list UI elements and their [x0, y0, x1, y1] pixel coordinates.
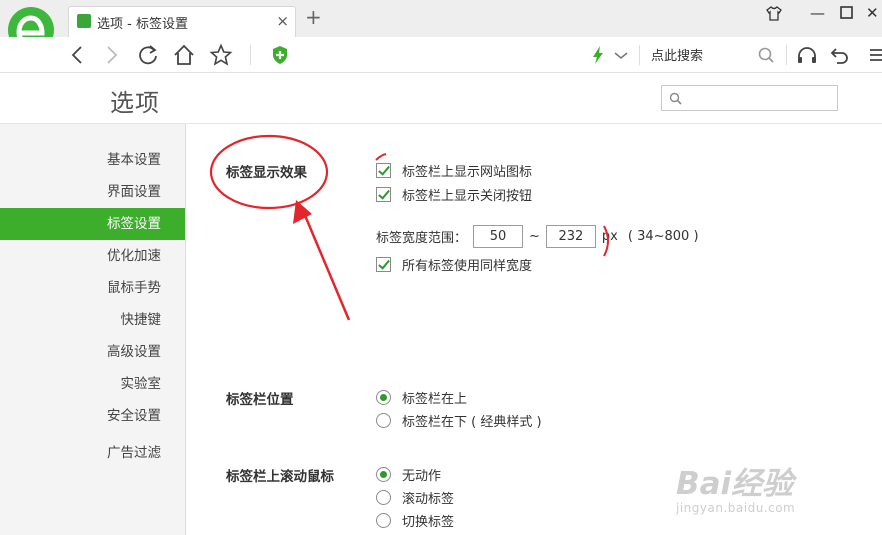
- tab-position-bottom-radio[interactable]: [376, 412, 391, 428]
- unit-label: px: [601, 228, 618, 244]
- browser-window: 选项 - 标签设置 × + — ✕ 点此搜索 选项 基本设置 界面设置 标签设置…: [0, 0, 882, 535]
- watermark-brand: Bai经验: [676, 466, 794, 502]
- close-window-button[interactable]: ✕: [866, 6, 879, 21]
- menu-icon[interactable]: [868, 43, 882, 67]
- same-width-label: 所有标签使用同样宽度: [402, 258, 533, 274]
- sidebar-item-tabs[interactable]: 标签设置: [0, 208, 185, 240]
- favorite-star-icon[interactable]: [209, 43, 233, 67]
- tab-position-bottom-option[interactable]: 标签栏在下 ( 经典样式 ): [376, 411, 542, 430]
- watermark-url: jingyan.baidu.com: [676, 501, 796, 515]
- range-hint: ( 34~800 ): [627, 228, 699, 244]
- scroll-none-radio[interactable]: [376, 466, 391, 482]
- sidebar-item-security[interactable]: 安全设置: [0, 400, 185, 432]
- sidebar-item-shortcuts[interactable]: 快捷键: [0, 304, 185, 336]
- sidebar-item-interface[interactable]: 界面设置: [0, 176, 185, 208]
- same-width-checkbox[interactable]: [376, 256, 391, 272]
- search-icon: [669, 92, 682, 105]
- maximize-button[interactable]: [840, 6, 853, 22]
- section-title-scroll-action: 标签栏上滚动鼠标: [226, 469, 334, 485]
- wrench-icon: [77, 14, 91, 28]
- toolbar-search-input[interactable]: 点此搜索: [651, 45, 703, 64]
- scroll-none-label: 无动作: [402, 468, 442, 484]
- tab-position-top-option[interactable]: 标签栏在上: [376, 388, 468, 407]
- show-close-button-label: 标签栏上显示关闭按钮: [402, 188, 533, 204]
- switch-tabs-radio[interactable]: [376, 512, 391, 528]
- tab-title: 选项 - 标签设置: [97, 17, 188, 32]
- shield-icon[interactable]: [268, 43, 292, 67]
- sidebar-item-advanced[interactable]: 高级设置: [0, 336, 185, 368]
- show-site-icon-checkbox[interactable]: [376, 162, 391, 178]
- new-tab-button[interactable]: +: [305, 7, 322, 27]
- tab-position-top-label: 标签栏在上: [402, 391, 468, 407]
- skin-icon[interactable]: [766, 6, 782, 24]
- headphones-icon[interactable]: [795, 43, 819, 67]
- toolbar-separator: [639, 45, 640, 65]
- search-icon[interactable]: [754, 43, 778, 67]
- section-title-tab-position: 标签栏位置: [226, 392, 294, 408]
- show-site-icon-label: 标签栏上显示网站图标: [402, 164, 533, 180]
- show-close-button-option[interactable]: 标签栏上显示关闭按钮: [376, 185, 533, 204]
- annotation-arrow-shaft: [302, 212, 351, 321]
- toolbar-separator: [786, 45, 787, 65]
- scroll-tabs-option[interactable]: 滚动标签: [376, 488, 455, 507]
- show-close-button-checkbox[interactable]: [376, 186, 391, 202]
- tab-position-bottom-label: 标签栏在下 ( 经典样式 ): [402, 414, 542, 430]
- sidebar-item-optimize[interactable]: 优化加速: [0, 240, 185, 272]
- switch-tabs-label: 切换标签: [402, 514, 455, 530]
- tab-width-range-label: 标签宽度范围：: [376, 230, 468, 246]
- minimize-button[interactable]: —: [810, 6, 825, 21]
- section-title-tab-display: 标签显示效果: [226, 165, 307, 181]
- sidebar-item-lab[interactable]: 实验室: [0, 368, 185, 400]
- title-bar: 选项 - 标签设置 × + — ✕: [0, 0, 882, 37]
- tab-options[interactable]: 选项 - 标签设置 ×: [68, 6, 296, 37]
- tab-width-min-input[interactable]: 50: [473, 224, 524, 248]
- back-icon[interactable]: [66, 43, 90, 67]
- options-search-input[interactable]: [661, 85, 838, 111]
- range-separator: ~: [529, 228, 540, 244]
- page-title: 选项: [110, 89, 160, 117]
- annotation-arrow-head: [293, 200, 312, 224]
- options-sidebar: 基本设置 界面设置 标签设置 优化加速 鼠标手势 快捷键 高级设置 实验室 安全…: [0, 124, 186, 535]
- navigation-toolbar: 点此搜索: [0, 37, 882, 73]
- scroll-tabs-radio[interactable]: [376, 489, 391, 505]
- scroll-tabs-label: 滚动标签: [402, 491, 455, 507]
- forward-icon[interactable]: [99, 43, 123, 67]
- show-site-icon-option[interactable]: 标签栏上显示网站图标: [376, 161, 533, 180]
- sidebar-item-basic[interactable]: 基本设置: [0, 144, 185, 176]
- undo-icon[interactable]: [828, 43, 852, 67]
- tab-position-top-radio[interactable]: [376, 389, 391, 405]
- tab-width-range-row: 标签宽度范围： 50 ~ 232 px ( 34~800 ): [376, 224, 699, 248]
- toolbar-separator: [250, 45, 251, 65]
- home-icon[interactable]: [172, 43, 196, 67]
- lightning-icon[interactable]: [586, 43, 610, 67]
- tab-width-max-input[interactable]: 232: [545, 224, 596, 248]
- scroll-none-option[interactable]: 无动作: [376, 465, 442, 484]
- refresh-icon[interactable]: [136, 43, 160, 67]
- sidebar-item-ad-filter[interactable]: 广告过滤: [0, 437, 185, 469]
- same-width-option[interactable]: 所有标签使用同样宽度: [376, 255, 533, 274]
- baidu-watermark: Bai经验 jingyan.baidu.com: [676, 458, 795, 515]
- options-header: 选项: [0, 73, 882, 124]
- annotation-tick: [375, 153, 387, 161]
- tab-close-button[interactable]: ×: [276, 12, 289, 30]
- chevron-down-icon[interactable]: [609, 43, 633, 67]
- sidebar-item-mouse-gestures[interactable]: 鼠标手势: [0, 272, 185, 304]
- switch-tabs-option[interactable]: 切换标签: [376, 511, 455, 530]
